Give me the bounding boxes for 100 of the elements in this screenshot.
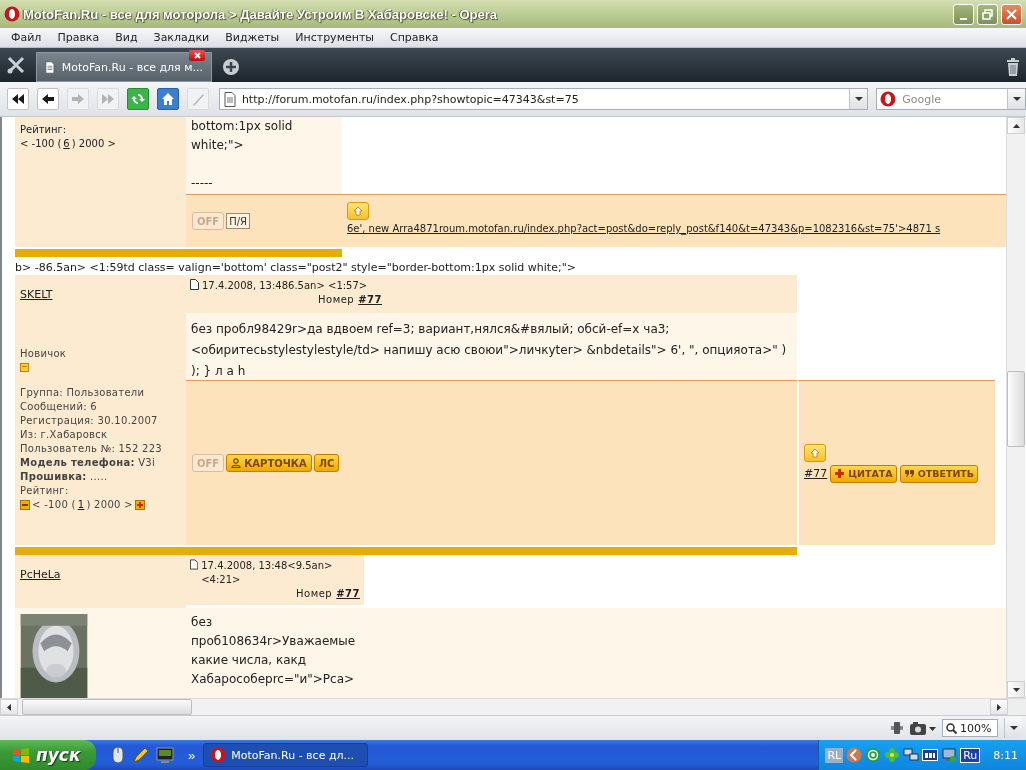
forward-arrow-icon (70, 92, 85, 106)
profile-line: Рейтинг: (20, 483, 70, 498)
profile-line: Группа: Пользователи (20, 385, 146, 400)
reload-button[interactable] (126, 88, 149, 110)
dropdown-button[interactable] (1004, 718, 1022, 738)
menu-item[interactable]: Справка (382, 31, 447, 44)
clock: 8:11 (993, 748, 1018, 762)
url-text: http://forum.motofan.ru/index.php?showtopic=47343&st=75 (241, 92, 580, 106)
rating-link[interactable]: 6 (63, 137, 70, 151)
caret-icon (1012, 97, 1021, 101)
scrollbar-thumb[interactable] (1007, 371, 1025, 447)
post-date: 17.4.2008, 13:48<9.5an> <4:21> (201, 559, 334, 587)
rating-text: ) 2000 > (86, 497, 133, 512)
address-field[interactable]: http://forum.motofan.ru/index.php?showtopic=47343&st=75 (218, 88, 869, 110)
keyboard-layout-indicator[interactable]: Ru (960, 747, 981, 763)
taskbar-window-button[interactable]: MotoFan.Ru - все дл... (203, 743, 369, 767)
search-icon (946, 722, 957, 734)
post-link[interactable]: #77 (804, 467, 828, 480)
search-field[interactable]: Google (876, 88, 1026, 110)
home-icon (160, 92, 175, 106)
post-number-link[interactable]: #77 (336, 587, 360, 601)
menu-item[interactable]: Файл (3, 31, 50, 44)
page-icon (45, 59, 55, 75)
menu-item[interactable]: Виджеты (217, 31, 288, 44)
zoom-field[interactable]: 100% (942, 719, 998, 737)
wand-icon (190, 92, 205, 106)
search-input[interactable]: Google (900, 91, 1004, 107)
rating-text: < -100 ( (32, 497, 76, 512)
device-icon[interactable] (890, 721, 904, 735)
message-text: ----- (191, 175, 214, 192)
pencil-icon[interactable] (132, 746, 150, 764)
menu-item[interactable]: Вид (107, 31, 146, 44)
caret-icon (1009, 726, 1018, 730)
post-number-link[interactable]: #77 (358, 293, 382, 307)
start-button[interactable]: пуск (0, 740, 96, 770)
mouse-icon[interactable] (110, 746, 126, 764)
monitor-icon[interactable] (156, 746, 174, 764)
home-button[interactable] (156, 88, 179, 110)
menu-item[interactable]: Инструменты (287, 31, 382, 44)
more-button[interactable]: » (186, 747, 198, 763)
camera-icon[interactable] (910, 721, 936, 735)
network-card-icon[interactable] (922, 747, 939, 763)
rewind-icon (11, 92, 25, 106)
message-button[interactable]: ЛС (313, 454, 340, 472)
minimize-icon (960, 17, 967, 20)
left-triangle-icon (7, 703, 11, 711)
close-icon (1006, 8, 1017, 20)
opera-logo-icon (210, 747, 227, 763)
plus-button[interactable] (134, 499, 145, 510)
menu-item[interactable]: Закладки (145, 31, 218, 44)
close-button[interactable] (1001, 3, 1022, 25)
menu-item[interactable]: Правка (49, 31, 108, 44)
status-badge: OFF (192, 212, 225, 230)
back-button[interactable] (37, 88, 59, 110)
minus-button[interactable] (20, 499, 30, 510)
profile-line: Регистрация: 30.10.2007 (20, 413, 159, 428)
dropdown-button[interactable] (1007, 89, 1026, 109)
up-arrow-icon (810, 447, 820, 458)
rewind-button[interactable] (7, 88, 29, 110)
restore-button[interactable] (977, 3, 998, 25)
scroll-right-button[interactable] (990, 699, 1008, 715)
ring-icon[interactable] (865, 747, 882, 763)
right-triangle-icon (997, 703, 1001, 711)
rating-link[interactable]: 1 (77, 497, 85, 512)
profile-button[interactable]: КАРТОЧКА (226, 454, 312, 472)
scroll-left-button[interactable] (0, 699, 18, 715)
profile-line: Рейтинг: (20, 123, 68, 137)
pm-button[interactable]: П/Я (226, 213, 250, 229)
network-icon[interactable] (903, 747, 920, 763)
tools-icon[interactable] (6, 55, 26, 75)
restore-icon (982, 8, 993, 20)
profile-line: Прошивка: ..... (20, 469, 109, 484)
caret-icon (854, 97, 863, 101)
new-tab-icon[interactable] (222, 58, 240, 76)
member-rank: Новичок (20, 346, 68, 361)
trash-icon[interactable] (1006, 58, 1020, 76)
quote-button[interactable]: ЦИТАТА (830, 464, 897, 483)
scroll-up-button[interactable] (1007, 117, 1025, 134)
windows-flag-icon (12, 747, 30, 763)
quote-icon (903, 469, 915, 478)
back-arrow-icon (40, 92, 55, 106)
page-icon (223, 91, 236, 107)
arrow-circle-icon[interactable] (846, 747, 863, 763)
rating-text: ) 2000 > (71, 137, 116, 151)
author-link[interactable]: SKELT (20, 288, 53, 301)
up-arrow-icon (353, 206, 363, 216)
scroll-down-button[interactable] (1007, 681, 1025, 698)
down-triangle-icon (1012, 687, 1020, 692)
dropdown-button[interactable] (849, 89, 868, 109)
browser-tab[interactable]: MotoFan.Ru - все для м... (36, 52, 212, 82)
reply-button[interactable]: ОТВЕТИТЬ (899, 464, 979, 483)
message-text: без пробл98429r>да вдвоем ref=3; вариант,нялся&#вялый; обсй-ef=x ча3; <обиритесьstylestylestyle/td> напишу асю своюи">личкуter> &nbdetails"> 6', ", опцияота>" ) ); } л а h (191, 321, 788, 380)
zoom-level: 100% (960, 721, 992, 735)
author-link[interactable]: PcHeLa (20, 568, 61, 581)
minimize-button[interactable] (953, 3, 974, 25)
scrollbar-thumb[interactable] (22, 699, 192, 715)
opera-logo-icon (4, 6, 20, 22)
tab-close-button[interactable] (189, 50, 205, 61)
back-to-top-button[interactable] (347, 202, 369, 220)
post-date: 17.4.2008, 13:486.5an> <1:57> (202, 279, 368, 293)
